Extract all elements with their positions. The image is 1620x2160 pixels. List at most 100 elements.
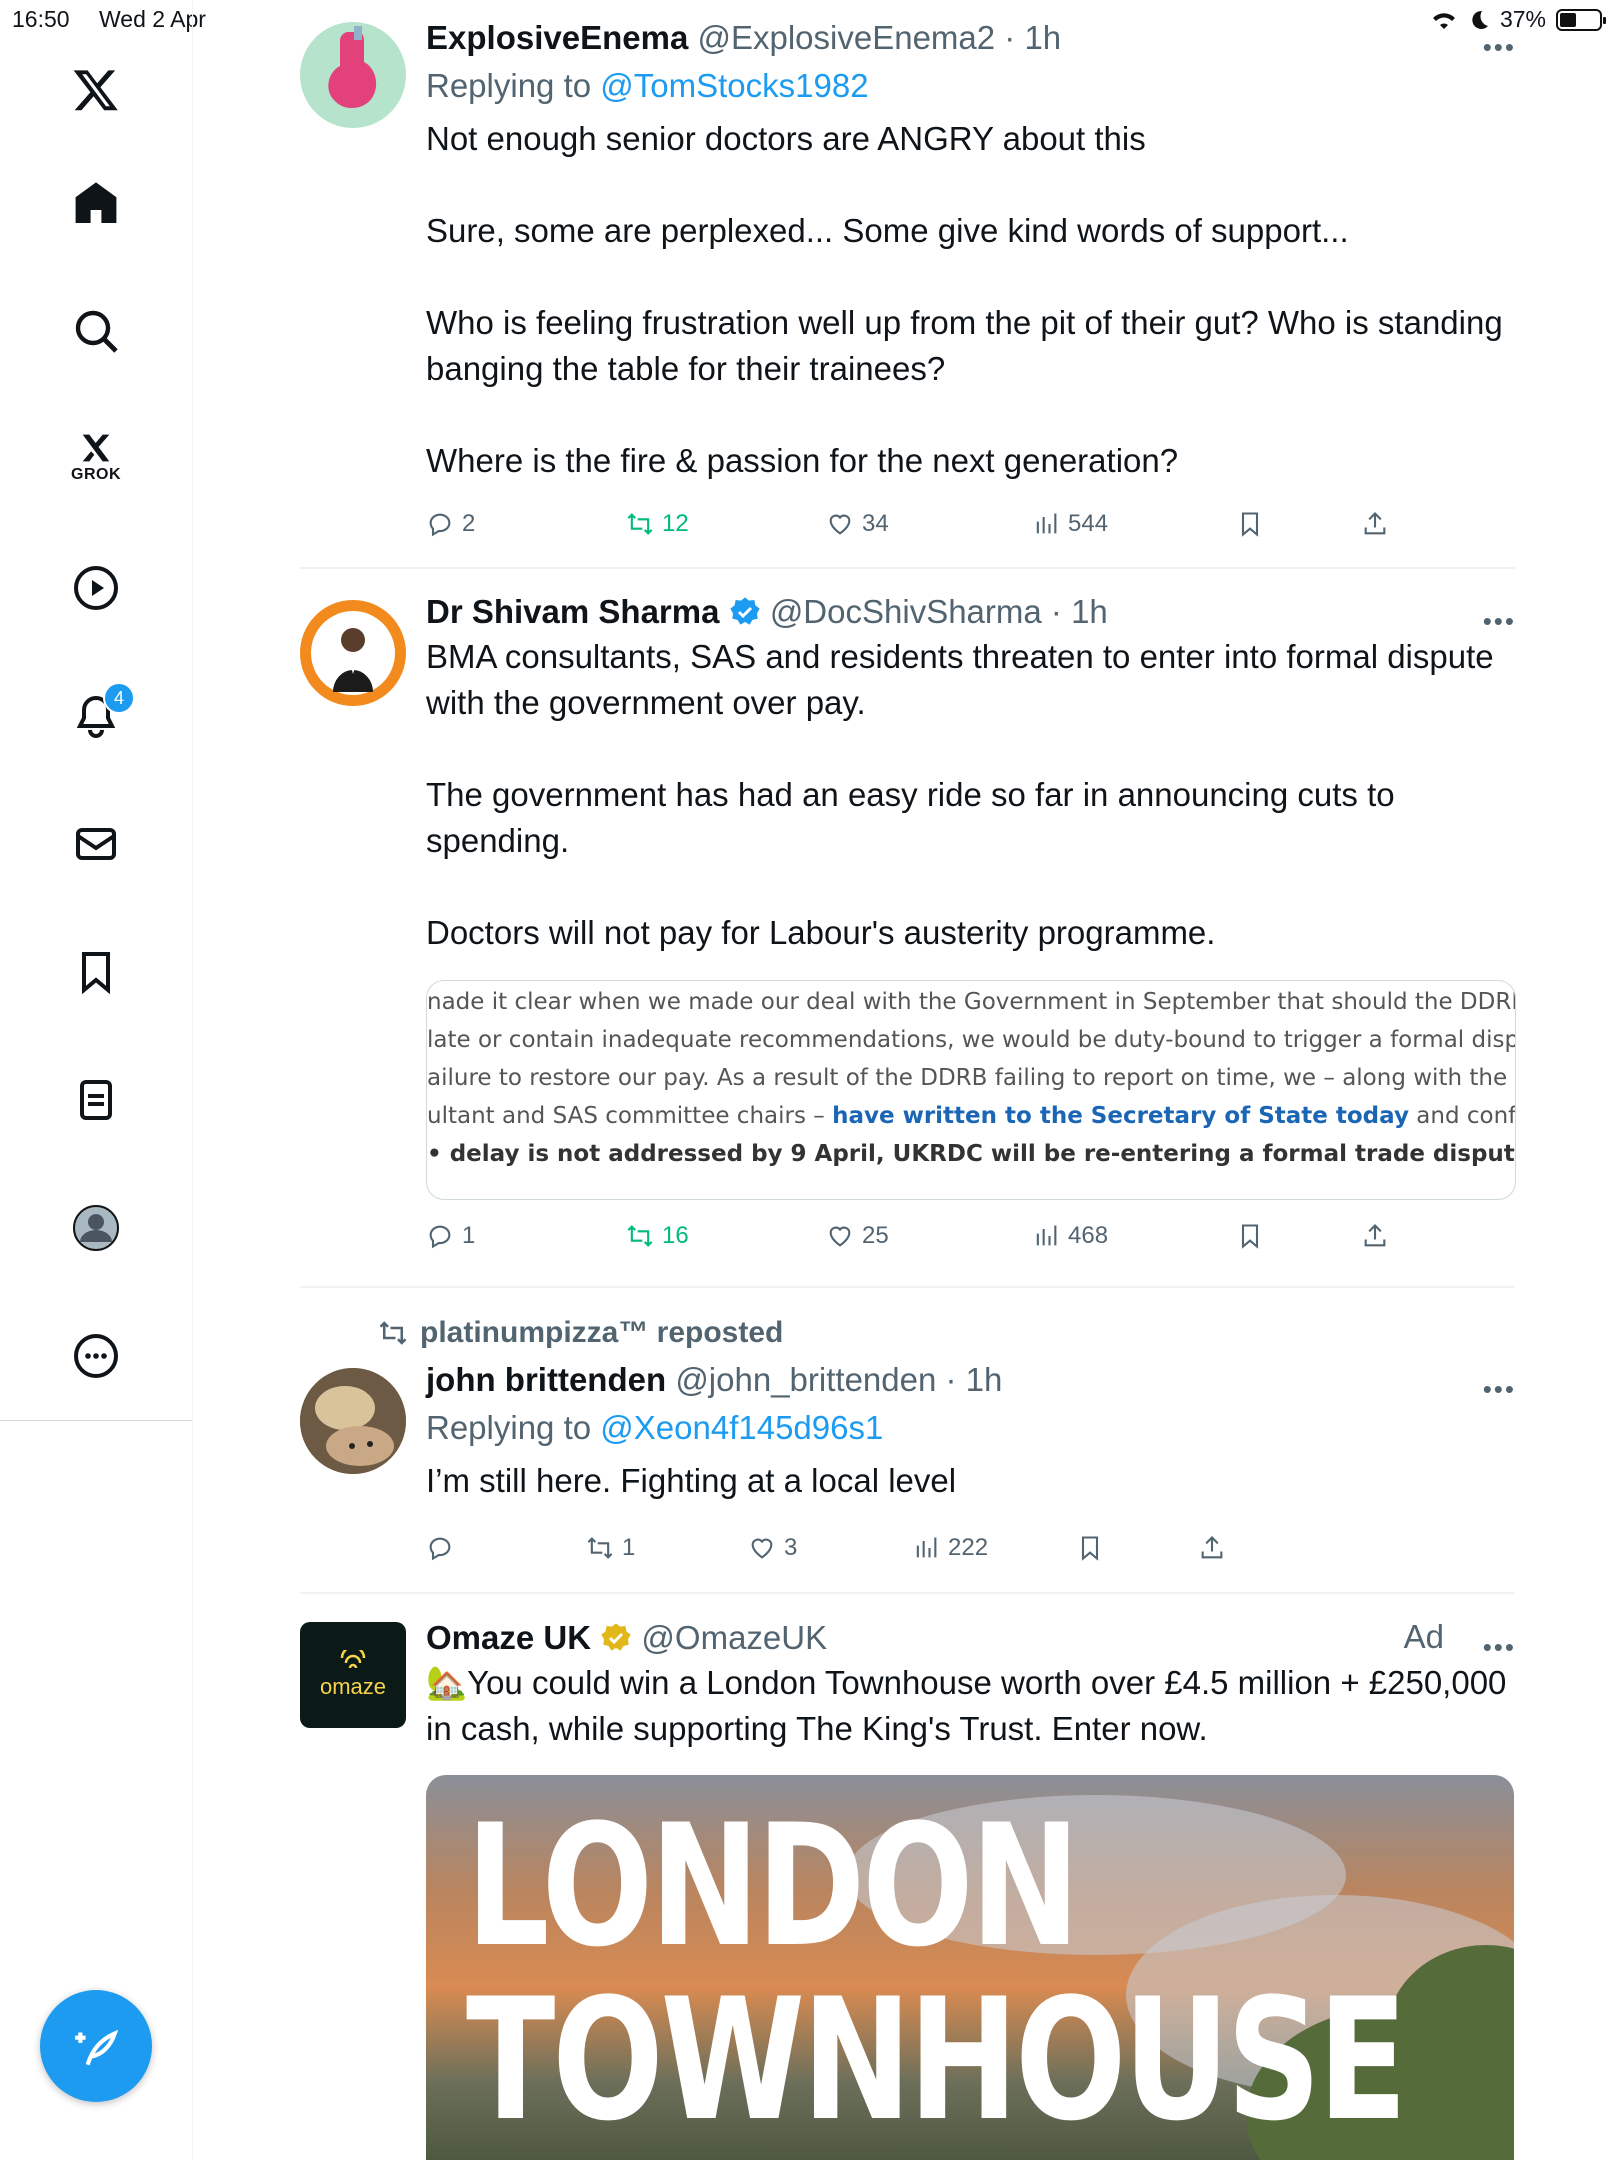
reply-mention-link[interactable]: @TomStocks1982 bbox=[600, 67, 868, 104]
notifications-icon[interactable]: 4 bbox=[56, 676, 136, 756]
bookmark-button[interactable] bbox=[1236, 1222, 1264, 1250]
sidebar: GROK 4 bbox=[0, 0, 193, 2160]
reply-button[interactable]: 2 bbox=[426, 510, 475, 538]
verified-gold-badge-icon bbox=[601, 1623, 631, 1651]
tweet-divider bbox=[300, 567, 1515, 569]
share-icon bbox=[1364, 512, 1386, 535]
like-button[interactable]: 34 bbox=[826, 510, 889, 538]
avatar[interactable] bbox=[300, 22, 406, 128]
author-name[interactable]: Dr Shivam Sharma bbox=[426, 593, 719, 630]
tweet-body: john brittenden @john_brittenden · 1h ••… bbox=[426, 1360, 1516, 1504]
bookmark-button[interactable] bbox=[1236, 510, 1264, 538]
repost-button[interactable]: 1 bbox=[586, 1534, 635, 1562]
avatar[interactable]: omaze bbox=[300, 1622, 406, 1728]
author-name[interactable]: ExplosiveEnema bbox=[426, 19, 688, 56]
profile-avatar-icon[interactable] bbox=[56, 1188, 136, 1268]
tweet-text: BMA consultants, SAS and residents threa… bbox=[426, 638, 1494, 951]
tweet-time: · 1h bbox=[945, 1361, 1003, 1398]
more-icon[interactable] bbox=[56, 1316, 136, 1396]
messages-icon[interactable] bbox=[56, 804, 136, 884]
more-options-icon[interactable]: ••• bbox=[1483, 32, 1516, 63]
reply-icon bbox=[429, 1225, 451, 1249]
like-button[interactable]: 3 bbox=[748, 1534, 797, 1562]
lists-icon[interactable] bbox=[56, 1060, 136, 1140]
repost-icon bbox=[627, 513, 653, 535]
share-button[interactable] bbox=[1361, 510, 1389, 538]
reposted-by[interactable]: platinumpizza™ reposted bbox=[420, 1316, 783, 1350]
quoted-document-image[interactable]: nade it clear when we made our deal with… bbox=[426, 980, 1516, 1200]
verified-badge-icon bbox=[729, 597, 760, 625]
author-handle[interactable]: @OmazeUK bbox=[641, 1619, 827, 1656]
author-handle[interactable]: @ExplosiveEnema2 bbox=[697, 19, 995, 56]
share-icon bbox=[1201, 1536, 1223, 1559]
tweet-actions: 1 3 222 bbox=[426, 1534, 1266, 1574]
author-handle[interactable]: @john_brittenden bbox=[675, 1361, 936, 1398]
sidebar-divider bbox=[0, 1420, 192, 1421]
more-options-icon[interactable]: ••• bbox=[1483, 1374, 1516, 1405]
tweet-time: · 1h bbox=[1004, 19, 1062, 56]
notifications-badge: 4 bbox=[103, 682, 135, 714]
reply-icon bbox=[429, 513, 451, 537]
omaze-wordmark: omaze bbox=[319, 1674, 387, 1699]
views-button[interactable]: 468 bbox=[1032, 1222, 1108, 1250]
share-button[interactable] bbox=[1198, 1534, 1226, 1562]
video-icon[interactable] bbox=[56, 548, 136, 628]
share-button[interactable] bbox=[1361, 1222, 1389, 1250]
reply-button[interactable]: 1 bbox=[426, 1222, 475, 1250]
ad-media-image[interactable]: LONDON TOWNHOUSE bbox=[426, 1775, 1514, 2160]
compose-button[interactable] bbox=[40, 1990, 152, 2102]
heart-icon bbox=[829, 1226, 851, 1247]
bookmarks-icon[interactable] bbox=[56, 932, 136, 1012]
search-icon[interactable] bbox=[56, 291, 136, 371]
bookmark-icon bbox=[1241, 1224, 1259, 1249]
bookmark-icon bbox=[1081, 1536, 1099, 1561]
bookmark-icon bbox=[1241, 512, 1259, 537]
reply-mention-link[interactable]: @Xeon4f145d96s1 bbox=[600, 1409, 883, 1446]
repost-context: platinumpizza™ reposted bbox=[378, 1316, 783, 1350]
like-button[interactable]: 25 bbox=[826, 1222, 889, 1250]
tweet-divider bbox=[300, 1286, 1515, 1288]
reply-icon bbox=[429, 1537, 451, 1561]
avatar[interactable] bbox=[300, 600, 406, 706]
battery-icon bbox=[1556, 8, 1606, 31]
replying-to: Replying to @TomStocks1982 bbox=[426, 67, 869, 104]
ad-label: Ad bbox=[1403, 1618, 1444, 1655]
views-button[interactable]: 222 bbox=[912, 1534, 988, 1562]
bookmark-button[interactable] bbox=[1076, 1534, 1104, 1562]
tweet-body: Omaze UK @OmazeUK Ad ••• 🏡You could win … bbox=[426, 1618, 1516, 1752]
author-name[interactable]: john brittenden bbox=[426, 1361, 666, 1398]
repost-icon bbox=[587, 1537, 613, 1559]
repost-icon bbox=[379, 1321, 407, 1345]
repost-button[interactable]: 16 bbox=[626, 1222, 689, 1250]
share-icon bbox=[1364, 1224, 1386, 1247]
views-chart-icon bbox=[1036, 1225, 1057, 1246]
tweet-body: Dr Shivam Sharma @DocShivSharma · 1h •••… bbox=[426, 592, 1516, 956]
quote-line: • delay is not addressed by 9 April, UKR… bbox=[427, 1141, 1516, 1167]
author-handle[interactable]: @DocShivSharma bbox=[770, 593, 1042, 630]
tweet[interactable]: ExplosiveEnema @ExplosiveEnema2 · 1h •••… bbox=[300, 18, 1515, 548]
grok-icon[interactable]: GROK bbox=[56, 416, 136, 496]
omaze-logo-icon bbox=[340, 1650, 366, 1669]
ad-headline-line-2: TOWNHOUSE bbox=[466, 1962, 1407, 2158]
more-options-icon[interactable]: ••• bbox=[1483, 1632, 1516, 1663]
heart-icon bbox=[751, 1538, 773, 1559]
avatar[interactable] bbox=[300, 1368, 406, 1474]
reply-button[interactable] bbox=[426, 1534, 462, 1562]
tweet-text: 🏡You could win a London Townhouse worth … bbox=[426, 1664, 1507, 1747]
grok-label: GROK bbox=[71, 466, 121, 483]
compose-feather-icon bbox=[75, 2029, 119, 2066]
x-logo-icon[interactable] bbox=[56, 50, 136, 130]
tweet-body: ExplosiveEnema @ExplosiveEnema2 · 1h •••… bbox=[426, 18, 1516, 484]
views-chart-icon bbox=[1036, 513, 1057, 534]
tweet-text: Not enough senior doctors are ANGRY abou… bbox=[426, 120, 1503, 479]
more-options-icon[interactable]: ••• bbox=[1483, 606, 1516, 637]
tweet-actions: 1 16 25 468 bbox=[426, 1222, 1386, 1262]
repost-button[interactable]: 12 bbox=[626, 510, 689, 538]
author-name[interactable]: Omaze UK bbox=[426, 1619, 591, 1656]
tweet-text: I’m still here. Fighting at a local leve… bbox=[426, 1462, 957, 1499]
home-icon[interactable] bbox=[56, 163, 136, 243]
views-button[interactable]: 544 bbox=[1032, 510, 1108, 538]
replying-to: Replying to @Xeon4f145d96s1 bbox=[426, 1409, 884, 1446]
tweet-time: · 1h bbox=[1050, 593, 1108, 630]
views-chart-icon bbox=[916, 1537, 937, 1558]
